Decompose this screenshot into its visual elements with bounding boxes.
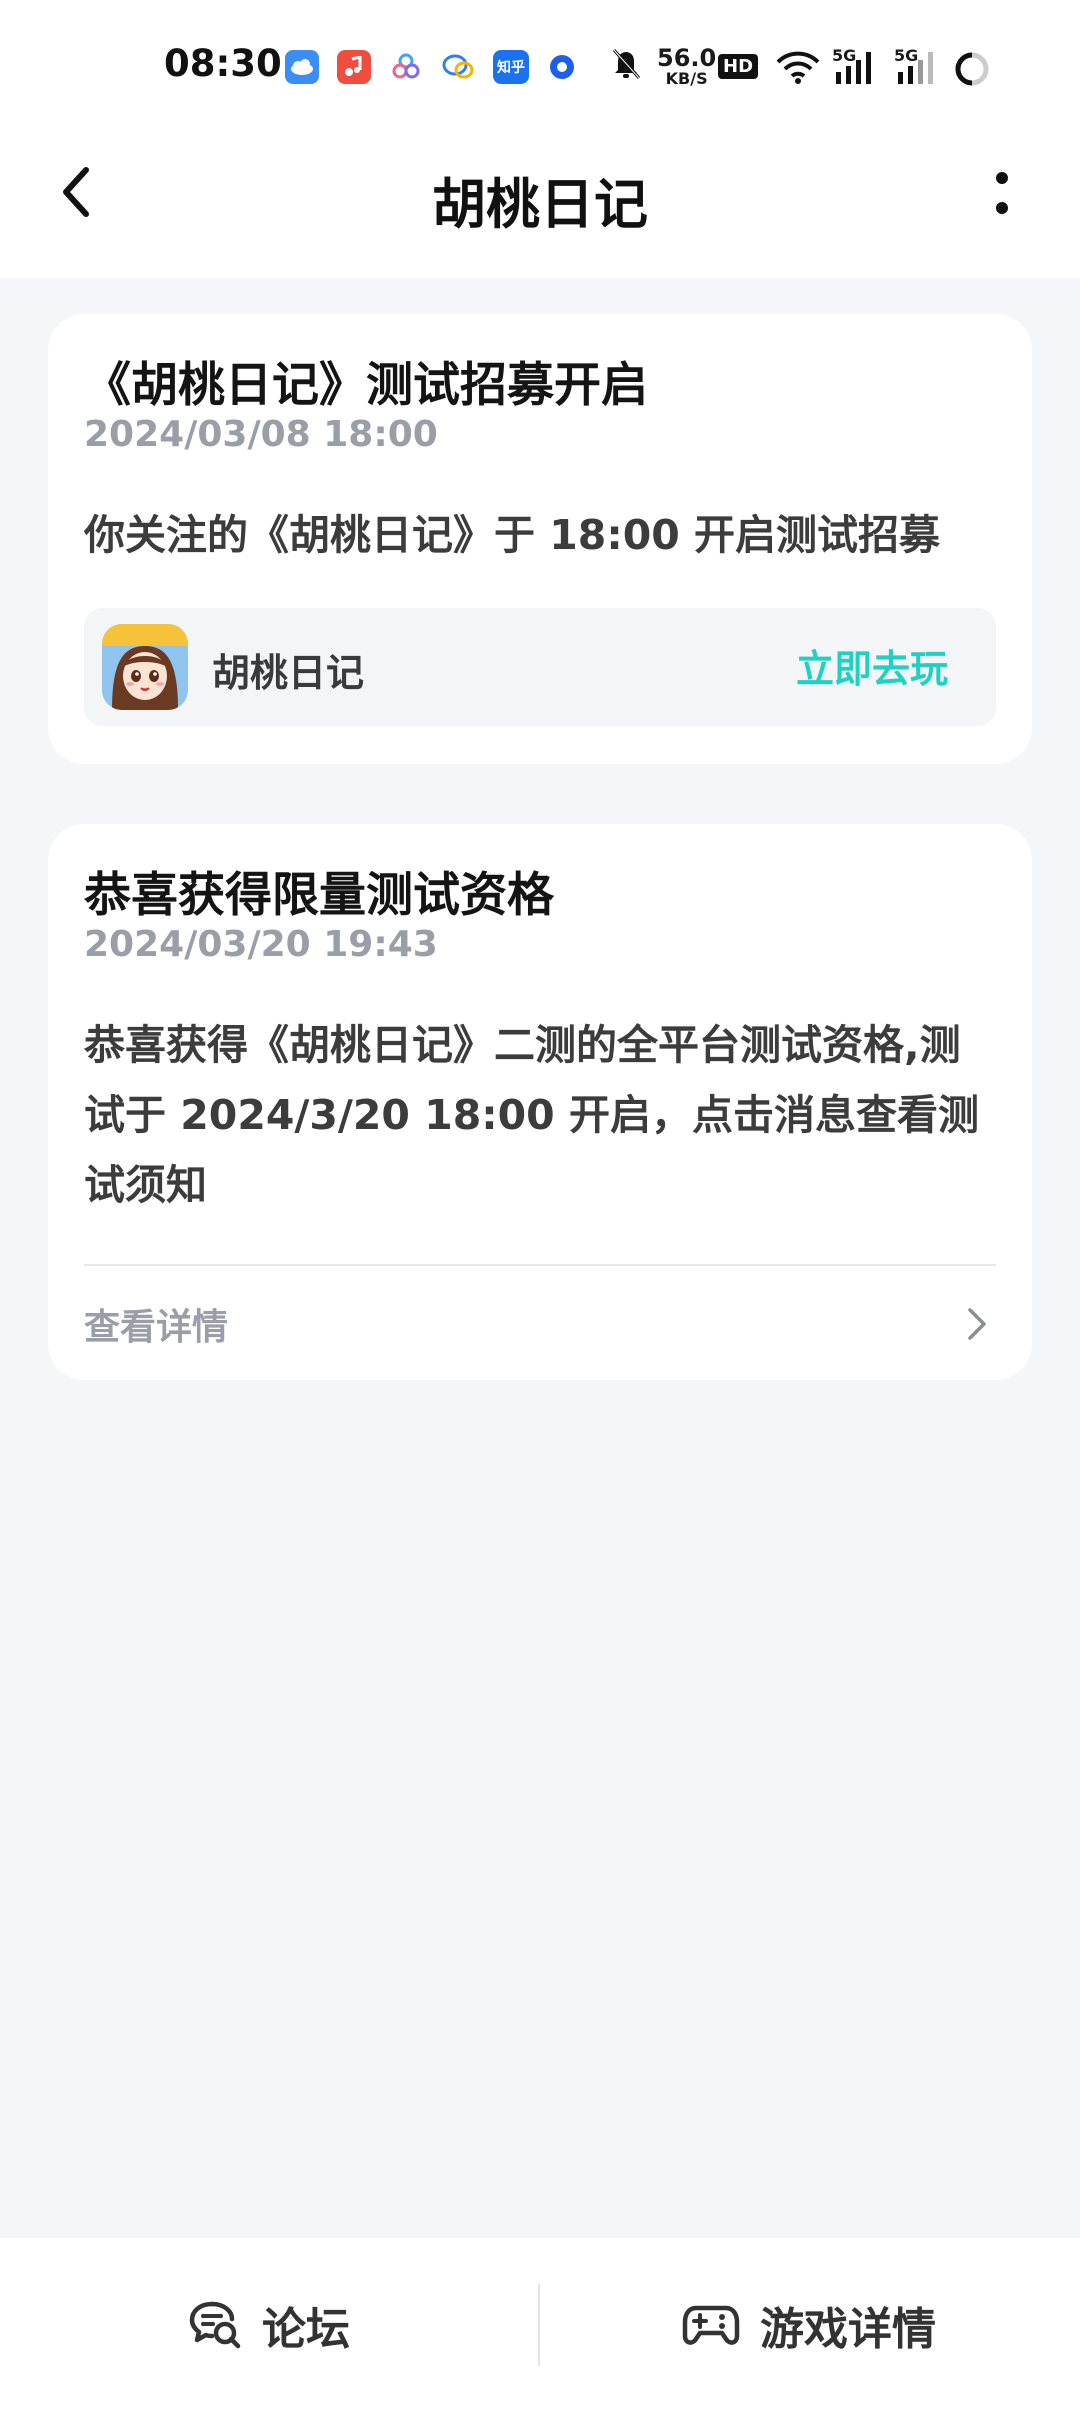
message-time: 2024/03/20 19:43 [84, 924, 438, 965]
more-vertical-icon [996, 172, 1008, 214]
signal-label-2: 5G [894, 46, 919, 65]
hd-label: HD [718, 54, 759, 79]
message-card-qualification[interactable]: 恭喜获得限量测试资格 2024/03/20 19:43 恭喜获得《胡桃日记》二测… [48, 824, 1032, 1380]
game-icon [102, 624, 188, 710]
gamepad-icon [682, 2305, 740, 2345]
game-details-tab[interactable]: 游戏详情 [540, 2238, 1078, 2412]
play-now-button[interactable]: 立即去玩 [796, 638, 948, 693]
view-details-label: 查看详情 [84, 1307, 229, 1348]
battery-icon [953, 50, 991, 88]
mute-icon [606, 44, 646, 84]
message-body: 恭喜获得《胡桃日记》二测的全平台测试资格,测试于 2024/3/20 18:00… [84, 1021, 979, 1209]
music-icon [337, 50, 371, 84]
game-entry[interactable]: 胡桃日记 立即去玩 [84, 608, 996, 726]
forum-tab-label: 论坛 [262, 2304, 350, 2355]
app-icon [389, 50, 423, 84]
browser-icon [545, 50, 579, 84]
forum-icon [189, 2301, 241, 2349]
forum-tab[interactable]: 论坛 [0, 2238, 538, 2412]
bottom-action-bar: 论坛 游戏详情 [0, 2238, 1080, 2412]
wifi-icon [776, 50, 820, 84]
app-header: 胡桃日记 [0, 130, 1080, 278]
card-divider [84, 1264, 996, 1266]
net-speed-unit: KB/S [665, 69, 708, 88]
chevron-right-icon [956, 1302, 996, 1346]
more-options-button[interactable] [980, 166, 1024, 222]
signal-label-1: 5G [832, 46, 857, 65]
message-title: 《胡桃日记》测试招募开启 [84, 358, 648, 413]
zhihu-icon: 知乎 [493, 50, 529, 84]
net-speed: 56.0 KB/S [657, 46, 716, 88]
page-title: 胡桃日记 [432, 173, 648, 236]
status-time: 08:30 [164, 42, 282, 85]
weather-icon [285, 50, 319, 84]
chat-icon [441, 50, 475, 84]
game-name: 胡桃日记 [212, 651, 365, 695]
message-time: 2024/03/08 18:00 [84, 414, 438, 455]
hd-icon: HD [718, 54, 759, 79]
message-card-recruitment[interactable]: 《胡桃日记》测试招募开启 2024/03/08 18:00 你关注的《胡桃日记》… [48, 314, 1032, 764]
message-title: 恭喜获得限量测试资格 [84, 868, 554, 923]
view-details-link[interactable]: 查看详情 [84, 1292, 996, 1356]
message-body: 你关注的《胡桃日记》于 18:00 开启测试招募 [84, 511, 941, 559]
signal-icon: 5G [832, 46, 882, 86]
zhihu-label: 知乎 [497, 60, 525, 76]
game-details-tab-label: 游戏详情 [760, 2304, 936, 2355]
status-bar: 08:30 知乎 56.0 KB/S HD 5G 5G [0, 0, 1080, 130]
signal-icon: 5G [894, 46, 944, 86]
net-speed-value: 56.0 [657, 44, 717, 72]
